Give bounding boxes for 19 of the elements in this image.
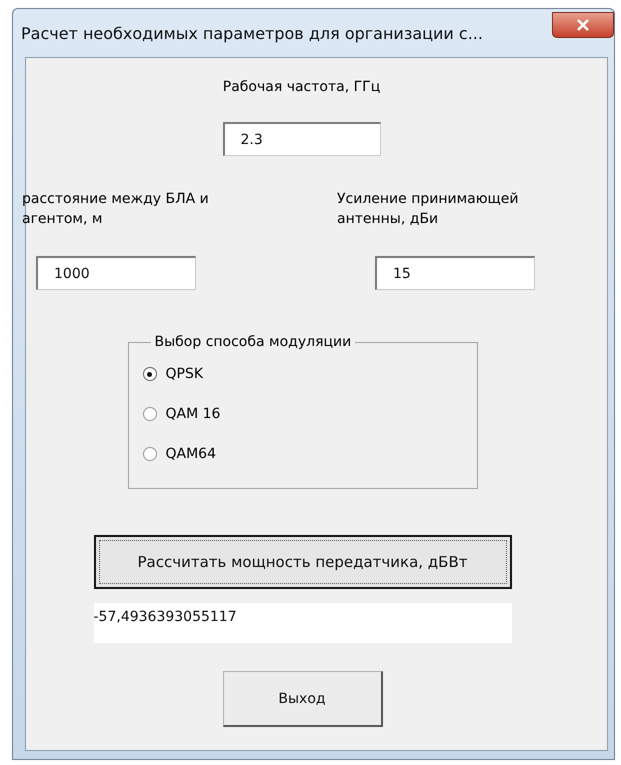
close-icon	[576, 19, 590, 31]
radio-button[interactable]	[142, 447, 156, 461]
result-field[interactable]: -57,4936393055117	[94, 603, 512, 643]
close-button[interactable]	[552, 12, 614, 38]
distance-field[interactable]: 1000	[36, 256, 196, 290]
frequency-field[interactable]: 2.3	[222, 122, 380, 156]
radio-button[interactable]	[142, 407, 156, 421]
option-label[interactable]: QAM 16	[166, 406, 220, 422]
distance-label: расстояние между БЛА и агентом, м	[22, 190, 210, 229]
gain-label: Усиление принимающей антенны, дБи	[337, 190, 520, 229]
exit-button[interactable]: Выход	[222, 671, 382, 727]
option-label[interactable]: QAM64	[166, 446, 216, 462]
window-title: Расчет необходимых параметров для организации с...	[21, 24, 483, 42]
group-legend: Выбор способа модуляции	[150, 334, 356, 350]
option-label[interactable]: QPSK	[166, 366, 204, 382]
compute-button[interactable]: Рассчитать мощность передатчика, дБВт	[94, 535, 512, 589]
radio-button[interactable]	[142, 367, 156, 381]
frequency-label: Рабочая частота, ГГц	[222, 79, 380, 95]
gain-field[interactable]: 15	[375, 256, 535, 290]
